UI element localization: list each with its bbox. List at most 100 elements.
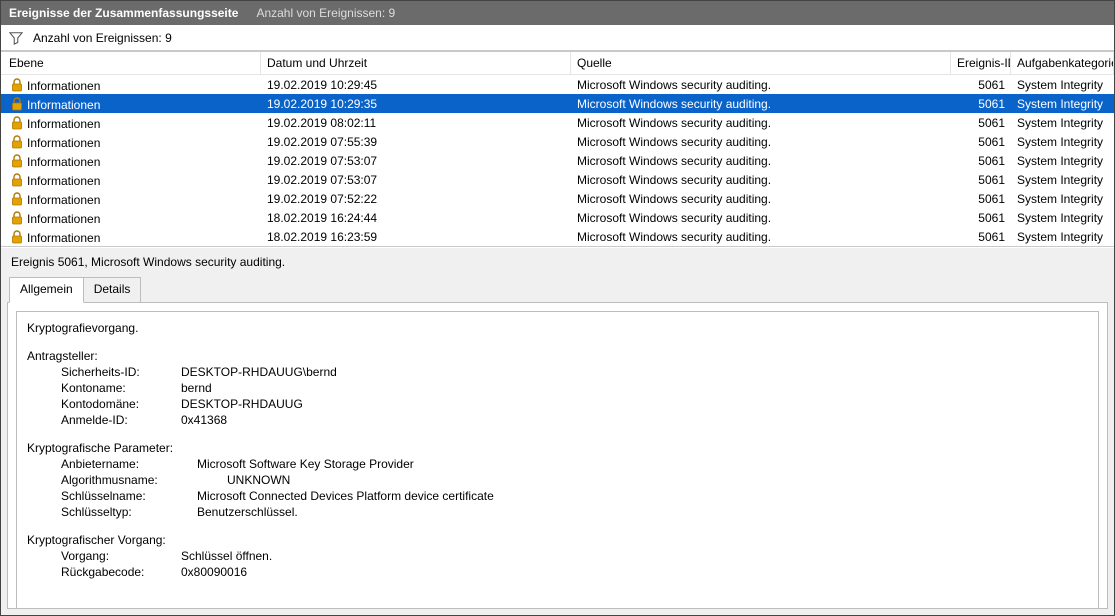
keytype-value: Benutzerschlüssel. — [197, 504, 298, 520]
audit-success-icon — [9, 210, 25, 226]
filter-icon[interactable] — [9, 31, 23, 45]
event-description: Kryptografievorgang. Antragsteller: Sich… — [16, 311, 1099, 609]
event-viewer-window: Ereignisse der Zusammenfassungsseite Anz… — [0, 0, 1115, 616]
cell-task-cat: System Integrity — [1011, 154, 1114, 168]
audit-success-icon — [9, 229, 25, 245]
cell-source: Microsoft Windows security auditing. — [571, 192, 951, 206]
cell-level: Informationen — [1, 115, 261, 131]
op-title: Kryptografievorgang. — [27, 320, 1088, 336]
domain-label: Kontodomäne: — [61, 396, 181, 412]
table-row[interactable]: Informationen19.02.2019 07:55:39Microsof… — [1, 132, 1114, 151]
cell-task-cat: System Integrity — [1011, 192, 1114, 206]
audit-success-icon — [9, 77, 25, 93]
cell-source: Microsoft Windows security auditing. — [571, 135, 951, 149]
cell-event-id: 5061 — [951, 230, 1011, 244]
cell-source: Microsoft Windows security auditing. — [571, 97, 951, 111]
cell-task-cat: System Integrity — [1011, 211, 1114, 225]
cell-level-text: Informationen — [27, 117, 100, 131]
cell-task-cat: System Integrity — [1011, 97, 1114, 111]
cell-datetime: 18.02.2019 16:23:59 — [261, 230, 571, 244]
audit-success-icon — [9, 191, 25, 207]
filter-count-label: Anzahl von Ereignissen: 9 — [33, 31, 172, 45]
algo-label: Algorithmusname: — [61, 472, 197, 488]
cell-level-text: Informationen — [27, 212, 100, 226]
audit-success-icon — [9, 153, 25, 169]
table-row[interactable]: Informationen 19.02.2019 07:53:07Microsof… — [1, 170, 1114, 189]
cell-source: Microsoft Windows security auditing. — [571, 230, 951, 244]
cell-level: Informationen — [1, 210, 261, 226]
action-op-value: Schlüssel öffnen. — [181, 548, 272, 564]
table-row[interactable]: Informationen19.02.2019 08:02:11Microsof… — [1, 113, 1114, 132]
action-title: Kryptografischer Vorgang: — [27, 532, 1088, 548]
tab-content-general: Kryptografievorgang. Antragsteller: Sich… — [7, 302, 1108, 609]
cell-level-text: Informationen — [27, 155, 100, 169]
table-row[interactable]: Informationen18.02.2019 16:24:44Microsof… — [1, 208, 1114, 227]
audit-success-icon — [9, 96, 25, 112]
cell-level: Informationen — [1, 229, 261, 245]
cell-event-id: 5061 — [951, 116, 1011, 130]
cell-level-text: Informationen — [27, 79, 100, 93]
tab-strip: Allgemein Details — [1, 276, 1114, 302]
table-row[interactable]: Informationen 19.02.2019 07:53:07Microsof… — [1, 151, 1114, 170]
sid-label: Sicherheits-ID: — [61, 364, 181, 380]
audit-success-icon — [9, 115, 25, 131]
cell-datetime: 19.02.2019 07:53:07 — [261, 154, 571, 168]
detail-pane: Ereignis 5061, Microsoft Windows securit… — [1, 247, 1114, 615]
grid-body: Informationen19.02.2019 10:29:45Microsof… — [1, 75, 1114, 246]
cell-level-text: Informationen — [27, 231, 100, 245]
domain-value: DESKTOP-RHDAUUG — [181, 396, 303, 412]
algo-value: UNKNOWN — [227, 472, 290, 488]
cell-level-text: Informationen — [27, 136, 100, 150]
cell-datetime: 19.02.2019 07:53:07 — [261, 173, 571, 187]
cell-event-id: 5061 — [951, 211, 1011, 225]
table-row[interactable]: Informationen 18.02.2019 16:23:59Microsof… — [1, 227, 1114, 246]
cell-event-id: 5061 — [951, 135, 1011, 149]
subject-title: Antragsteller: — [27, 348, 1088, 364]
keyname-label: Schlüsselname: — [61, 488, 197, 504]
cell-event-id: 5061 — [951, 154, 1011, 168]
cell-source: Microsoft Windows security auditing. — [571, 211, 951, 225]
logon-label: Anmelde-ID: — [61, 412, 181, 428]
keytype-label: Schlüsseltyp: — [61, 504, 197, 520]
cell-source: Microsoft Windows security auditing. — [571, 78, 951, 92]
cell-datetime: 19.02.2019 10:29:45 — [261, 78, 571, 92]
grid-header: Ebene Datum und Uhrzeit Quelle Ereignis-… — [1, 51, 1114, 75]
acct-label: Kontoname: — [61, 380, 181, 396]
col-header-source[interactable]: Quelle — [571, 52, 951, 74]
cell-level: Informationen — [1, 191, 261, 207]
cell-level: Informationen — [1, 96, 261, 112]
tab-general[interactable]: Allgemein — [9, 277, 84, 303]
window-count: Anzahl von Ereignissen: 9 — [256, 6, 395, 20]
logon-value: 0x41368 — [181, 412, 227, 428]
cell-task-cat: System Integrity — [1011, 230, 1114, 244]
cell-level-text: Informationen — [27, 174, 100, 188]
cell-source: Microsoft Windows security auditing. — [571, 154, 951, 168]
col-header-task-cat[interactable]: Aufgabenkategorie — [1011, 52, 1114, 74]
table-row[interactable]: Informationen 19.02.2019 10:29:45Microsof… — [1, 75, 1114, 94]
table-row[interactable]: Informationen19.02.2019 07:52:22Microsof… — [1, 189, 1114, 208]
title-bar: Ereignisse der Zusammenfassungsseite Anz… — [1, 1, 1114, 25]
cell-source: Microsoft Windows security auditing. — [571, 173, 951, 187]
col-header-datetime[interactable]: Datum und Uhrzeit — [261, 52, 571, 74]
cell-level: Informationen — [1, 172, 261, 188]
audit-success-icon — [9, 134, 25, 150]
table-row[interactable]: Informationen19.02.2019 10:29:35Microsof… — [1, 94, 1114, 113]
col-header-level[interactable]: Ebene — [1, 52, 261, 74]
col-header-event-id[interactable]: Ereignis-ID — [951, 52, 1011, 74]
cell-event-id: 5061 — [951, 173, 1011, 187]
action-rc-value: 0x80090016 — [181, 564, 247, 580]
cell-task-cat: System Integrity — [1011, 116, 1114, 130]
cell-source: Microsoft Windows security auditing. — [571, 116, 951, 130]
filter-bar: Anzahl von Ereignissen: 9 — [1, 25, 1114, 51]
acct-value: bernd — [181, 380, 212, 396]
params-title: Kryptografische Parameter: — [27, 440, 1088, 456]
cell-event-id: 5061 — [951, 97, 1011, 111]
cell-event-id: 5061 — [951, 78, 1011, 92]
cell-level: Informationen — [1, 134, 261, 150]
cell-task-cat: System Integrity — [1011, 173, 1114, 187]
cell-datetime: 19.02.2019 10:29:35 — [261, 97, 571, 111]
tab-details[interactable]: Details — [83, 277, 142, 303]
events-grid: Ebene Datum und Uhrzeit Quelle Ereignis-… — [1, 51, 1114, 247]
cell-task-cat: System Integrity — [1011, 135, 1114, 149]
provider-value: Microsoft Software Key Storage Provider — [197, 456, 414, 472]
